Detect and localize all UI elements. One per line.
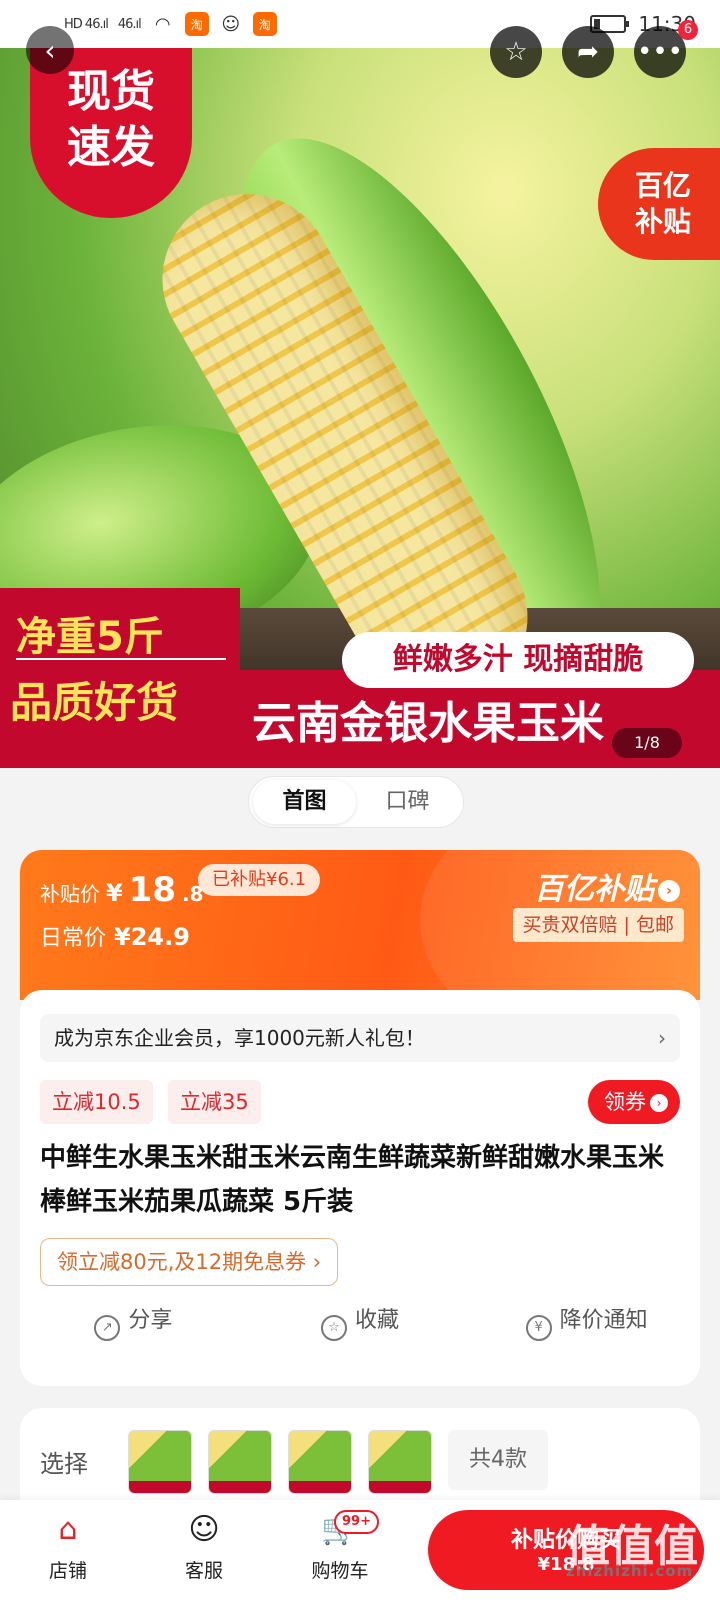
variant-thumbnail[interactable] <box>208 1430 272 1494</box>
favorite-label: 收藏 <box>355 1308 400 1333</box>
coupon-tag-2[interactable]: 立减35 <box>168 1080 261 1124</box>
customer-service-button[interactable]: ☺ 客服 <box>154 1510 254 1583</box>
share-icon: ↗ <box>94 1315 121 1341</box>
badge-line2: 速发 <box>67 122 155 173</box>
store-icon: ⌂ <box>58 1512 78 1547</box>
cart-label: 购物车 <box>311 1560 369 1582</box>
signal-indicator-2: 46.ıl <box>117 16 142 32</box>
billion-subsidy-logo[interactable]: 百亿补贴 › <box>534 864 680 908</box>
taobao-app-icon: 淘 <box>184 12 209 36</box>
daily-price-label: 日常价 <box>40 926 107 951</box>
store-button[interactable]: ⌂ 店铺 <box>18 1510 118 1583</box>
share-action[interactable]: ↗ 分享 <box>20 1296 247 1346</box>
notification-badge: 6 <box>678 20 698 40</box>
star-icon: ☆ <box>321 1315 347 1341</box>
get-coupon-label: 领券 <box>604 1090 646 1114</box>
variant-thumbnail[interactable] <box>288 1430 352 1494</box>
enterprise-member-banner[interactable]: 成为京东企业会员，享1000元新人礼包！ › <box>40 1014 680 1062</box>
image-counter: 1/8 <box>612 728 682 758</box>
wechat-icon: ☺ <box>221 13 241 35</box>
select-label: 选择 <box>40 1450 88 1478</box>
star-icon: ☆ <box>504 37 528 67</box>
cart-count-badge: 99+ <box>334 1510 379 1534</box>
favorite-button[interactable]: ☆ <box>490 26 542 78</box>
share-arrow-icon: ➦ <box>577 37 599 67</box>
chevron-right-icon: › <box>658 879 680 902</box>
chevron-right-icon: › <box>658 1026 666 1050</box>
image-tabs: 首图 口碑 <box>248 776 464 828</box>
status-left: HD 46.ıl 46.ıl ◠ 淘 ☺ 淘 <box>64 12 277 36</box>
favorite-action[interactable]: ☆ 收藏 <box>247 1296 474 1346</box>
price-alert-icon: ¥ <box>525 1315 552 1341</box>
watermark-url: zhizhizhi.com <box>566 1562 694 1580</box>
quality-text: 品质好货 <box>10 678 179 727</box>
net-weight-text: 净重5斤 <box>16 604 226 660</box>
price-integer: 18 <box>128 870 177 910</box>
status-bar: HD 46.ıl 46.ıl ◠ 淘 ☺ 淘 11:30 <box>0 0 720 48</box>
more-dots-icon: ••• <box>636 37 683 67</box>
subsidy-price-row: 补贴价 ¥18.8 <box>40 870 204 910</box>
store-label: 店铺 <box>48 1560 87 1582</box>
price-alert-action[interactable]: ¥ 降价通知 <box>473 1296 700 1346</box>
service-chat-icon: ☺ <box>188 1512 220 1547</box>
subsidy-tag: 已补贴¥6.1 <box>198 864 321 896</box>
product-info-card: 成为京东企业会员，享1000元新人礼包！ › 立减10.5 立减35 领券 › 中… <box>20 990 700 1386</box>
coupon-tag[interactable]: 立减10.5 <box>40 1080 153 1124</box>
slogan-pill: 鲜嫩多汁 现摘甜脆 <box>342 632 694 688</box>
subsidy-price-label: 补贴价 <box>40 882 100 906</box>
variant-count: 共4款 <box>448 1430 548 1490</box>
product-hero-image[interactable]: 现货 速发 百亿 补贴 净重5斤 品质好货 鲜嫩多汁 现摘甜脆 云南金银水果玉米… <box>0 48 720 768</box>
signal-indicator: HD 46.ıl <box>64 16 109 32</box>
tab-reviews[interactable]: 口碑 <box>356 780 459 824</box>
get-coupon-button[interactable]: 领券 › <box>588 1080 680 1124</box>
currency-symbol: ¥ <box>106 879 123 907</box>
installment-promo[interactable]: 领立减80元,及12期免息券 › <box>40 1238 339 1286</box>
billion-subsidy-badge: 百亿 补贴 <box>598 148 720 260</box>
wifi-icon: ◠ <box>154 13 171 35</box>
service-label: 客服 <box>184 1560 223 1582</box>
variant-thumbnail[interactable] <box>368 1430 432 1494</box>
daily-price-row: 日常价 ¥24.9 <box>40 920 190 952</box>
price-alert-label: 降价通知 <box>559 1308 648 1333</box>
back-button[interactable]: ‹ <box>26 26 74 74</box>
chevron-right-icon: › <box>650 1094 668 1112</box>
member-text: 成为京东企业会员，享1000元新人礼包！ <box>54 1026 425 1050</box>
yi-badge-line1: 百亿 <box>634 169 691 202</box>
share-label: 分享 <box>128 1308 173 1333</box>
yi-badge-line2: 补贴 <box>634 205 691 238</box>
daily-price: ¥24.9 <box>114 923 190 951</box>
variant-thumbnail[interactable] <box>128 1430 192 1494</box>
taobao-app-icon-2: 淘 <box>252 12 277 36</box>
share-button[interactable]: ➦ <box>562 26 614 78</box>
price-guarantee: 买贵双倍赔 | 包邮 <box>512 908 684 942</box>
tab-main-image[interactable]: 首图 <box>253 780 356 824</box>
watermark-logo: 值值值 zhizhizhi.com <box>566 1510 716 1590</box>
price-card: 补贴价 ¥18.8 已补贴¥6.1 日常价 ¥24.9 百亿补贴 › 买贵双倍赔 |… <box>20 850 700 1000</box>
product-actions: ↗ 分享 ☆ 收藏 ¥ 降价通知 <box>20 1296 700 1346</box>
product-title: 中鲜生水果玉米甜玉米云南生鲜蔬菜新鲜甜嫩水果玉米棒鲜玉米茄果瓜蔬菜 5斤装 <box>40 1143 665 1217</box>
chevron-left-icon: ‹ <box>44 33 56 67</box>
yi-logo-text: 百亿补贴 <box>534 872 654 907</box>
